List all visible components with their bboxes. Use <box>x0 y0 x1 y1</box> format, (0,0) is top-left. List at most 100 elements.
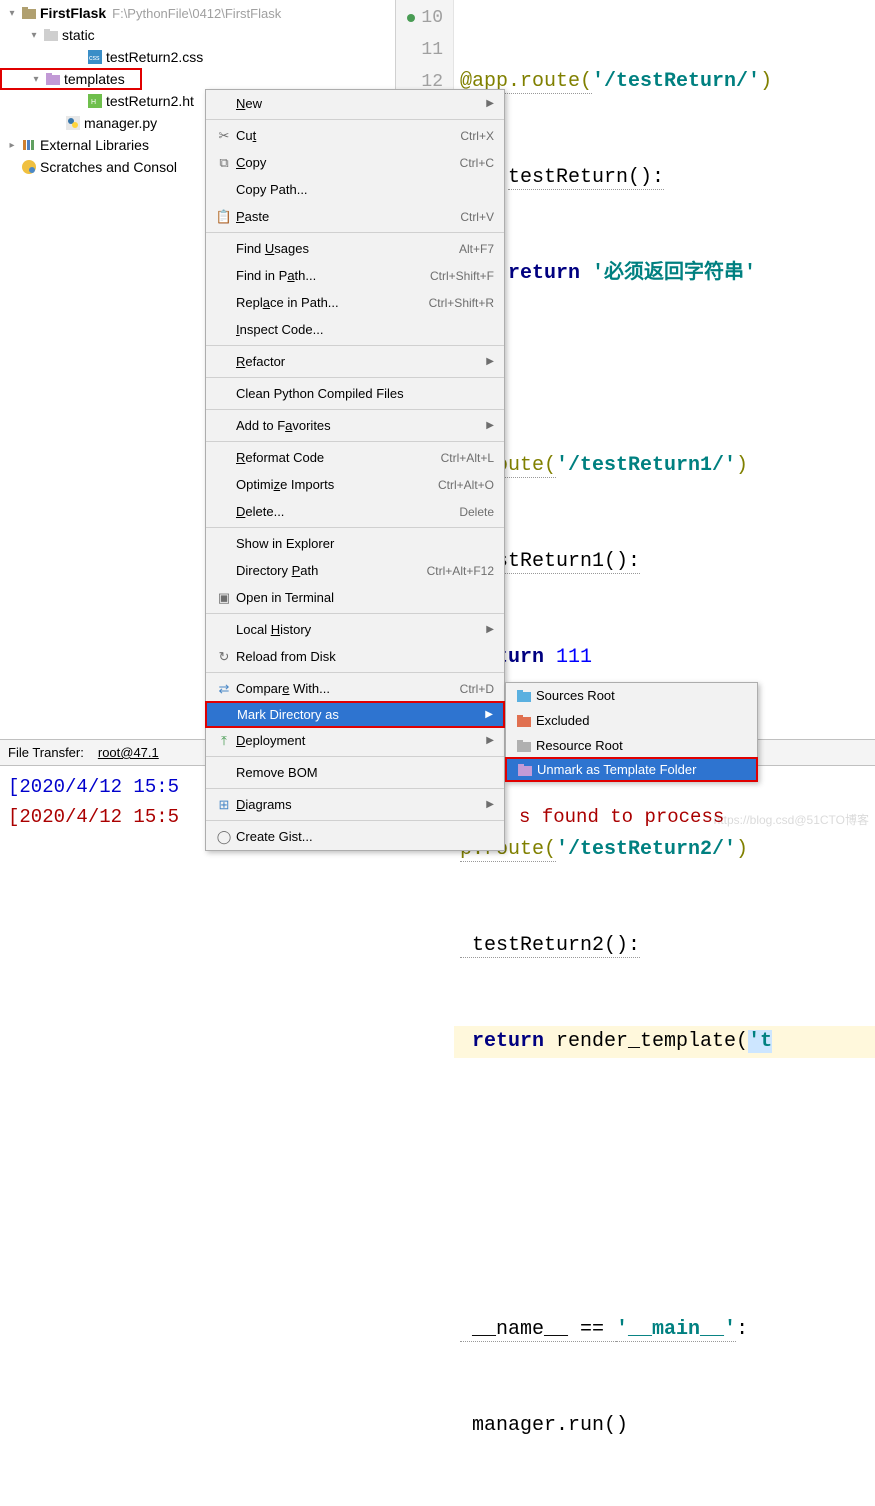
file-css[interactable]: css testReturn2.css <box>0 46 395 68</box>
console-timestamp: [2020/4/12 15:5 <box>8 806 179 828</box>
watermark: https://blog.csd@51CTO博客 <box>714 811 869 828</box>
submenu-sources-root[interactable]: Sources Root <box>506 683 757 708</box>
scratch-icon <box>20 159 38 175</box>
line-number: 11 <box>421 34 443 66</box>
chevron-right-icon: ▶ <box>486 735 494 746</box>
paste-icon: 📋 <box>214 209 234 225</box>
file-transfer-host[interactable]: root@47.1 <box>98 745 159 760</box>
diagram-icon: ⊞ <box>214 797 234 813</box>
deployment-icon: ⤒ <box>214 733 234 749</box>
project-root[interactable]: ▾ FirstFlask F:\PythonFile\0412\FirstFla… <box>0 2 395 24</box>
separator <box>206 345 504 346</box>
menu-paste[interactable]: 📋PasteCtrl+V <box>206 203 504 230</box>
run-marker-icon[interactable] <box>407 14 415 22</box>
library-icon <box>20 137 38 153</box>
menu-cut[interactable]: ✂CutCtrl+X <box>206 122 504 149</box>
separator <box>206 613 504 614</box>
menu-find-usages[interactable]: Find UsagesAlt+F7 <box>206 235 504 262</box>
folder-static[interactable]: ▾ static <box>0 24 395 46</box>
menu-local-history[interactable]: Local History▶ <box>206 616 504 643</box>
mark-directory-submenu: Sources Root Excluded Resource Root Unma… <box>505 682 758 782</box>
menu-copy[interactable]: ⧉CopyCtrl+C <box>206 149 504 176</box>
terminal-icon: ▣ <box>214 590 234 606</box>
template-folder-icon <box>515 764 535 776</box>
separator <box>206 788 504 789</box>
chevron-right-icon: ▶ <box>486 624 494 635</box>
menu-deployment[interactable]: ⤒Deployment▶ <box>206 727 504 754</box>
copy-icon: ⧉ <box>214 155 234 171</box>
chevron-right-icon: ▶ <box>486 98 494 109</box>
excluded-folder-icon <box>514 715 534 727</box>
ext-lib-label: External Libraries <box>40 137 149 153</box>
source-folder-icon <box>514 690 534 702</box>
folder-icon <box>20 5 38 21</box>
file-label: testReturn2.css <box>106 49 203 65</box>
menu-optimize-imports[interactable]: Optimize ImportsCtrl+Alt+O <box>206 471 504 498</box>
file-label: testReturn2.ht <box>106 93 194 109</box>
resource-folder-icon <box>514 740 534 752</box>
menu-copy-path[interactable]: Copy Path... <box>206 176 504 203</box>
menu-replace-in-path[interactable]: Replace in Path...Ctrl+Shift+R <box>206 289 504 316</box>
menu-directory-path[interactable]: Directory PathCtrl+Alt+F12 <box>206 557 504 584</box>
folder-templates[interactable]: ▾ templates <box>0 68 142 90</box>
menu-clean-pyc[interactable]: Clean Python Compiled Files <box>206 380 504 407</box>
menu-show-explorer[interactable]: Show in Explorer <box>206 530 504 557</box>
console-message: s found to process <box>519 806 724 828</box>
menu-find-in-path[interactable]: Find in Path...Ctrl+Shift+F <box>206 262 504 289</box>
submenu-unmark-template[interactable]: Unmark as Template Folder <box>505 757 758 782</box>
css-file-icon: css <box>86 49 104 65</box>
separator <box>206 756 504 757</box>
html-file-icon: H <box>86 93 104 109</box>
menu-create-gist[interactable]: ◯Create Gist... <box>206 823 504 850</box>
scratches-label: Scratches and Consol <box>40 159 177 175</box>
menu-inspect-code[interactable]: Inspect Code... <box>206 316 504 343</box>
submenu-resource-root[interactable]: Resource Root <box>506 733 757 758</box>
menu-mark-directory-as[interactable]: Mark Directory as▶ <box>205 701 505 728</box>
separator <box>206 409 504 410</box>
console-timestamp: [2020/4/12 15:5 <box>8 776 179 798</box>
separator <box>206 820 504 821</box>
submenu-excluded[interactable]: Excluded <box>506 708 757 733</box>
chevron-right-icon: ▶ <box>485 709 493 720</box>
svg-text:css: css <box>89 55 100 62</box>
context-menu: New▶ ✂CutCtrl+X ⧉CopyCtrl+C Copy Path...… <box>205 89 505 851</box>
chevron-right-icon: ▶ <box>486 799 494 810</box>
chevron-right-icon: ▸ <box>4 140 20 151</box>
menu-favorites[interactable]: Add to Favorites▶ <box>206 412 504 439</box>
cut-icon: ✂ <box>214 128 234 144</box>
chevron-down-icon: ▾ <box>26 30 42 41</box>
separator <box>206 232 504 233</box>
separator <box>206 119 504 120</box>
menu-refactor[interactable]: Refactor▶ <box>206 348 504 375</box>
template-folder-icon <box>44 71 62 87</box>
separator <box>206 377 504 378</box>
project-name: FirstFlask <box>40 5 106 21</box>
menu-diagrams[interactable]: ⊞Diagrams▶ <box>206 791 504 818</box>
file-label: manager.py <box>84 115 157 131</box>
menu-reformat[interactable]: Reformat CodeCtrl+Alt+L <box>206 444 504 471</box>
separator <box>206 672 504 673</box>
separator <box>206 441 504 442</box>
github-icon: ◯ <box>214 829 234 845</box>
svg-text:H: H <box>91 99 96 106</box>
chevron-right-icon: ▶ <box>486 420 494 431</box>
line-number: 10 <box>421 2 443 34</box>
menu-delete[interactable]: Delete...Delete <box>206 498 504 525</box>
chevron-down-icon: ▾ <box>4 8 20 19</box>
file-transfer-label: File Transfer: <box>8 745 84 760</box>
compare-icon: ⇄ <box>214 681 234 697</box>
project-path-hint: F:\PythonFile\0412\FirstFlask <box>112 6 281 21</box>
menu-compare-with[interactable]: ⇄Compare With...Ctrl+D <box>206 675 504 702</box>
folder-label: templates <box>64 71 125 87</box>
chevron-down-icon: ▾ <box>28 74 44 85</box>
menu-remove-bom[interactable]: Remove BOM <box>206 759 504 786</box>
python-file-icon <box>64 115 82 131</box>
menu-reload-disk[interactable]: ↻Reload from Disk <box>206 643 504 670</box>
code-area[interactable]: @app.route('/testReturn/') def testRetur… <box>454 0 875 700</box>
folder-icon <box>42 27 60 43</box>
chevron-right-icon: ▶ <box>486 356 494 367</box>
menu-new[interactable]: New▶ <box>206 90 504 117</box>
folder-label: static <box>62 27 95 43</box>
reload-icon: ↻ <box>214 649 234 665</box>
menu-open-terminal[interactable]: ▣Open in Terminal <box>206 584 504 611</box>
